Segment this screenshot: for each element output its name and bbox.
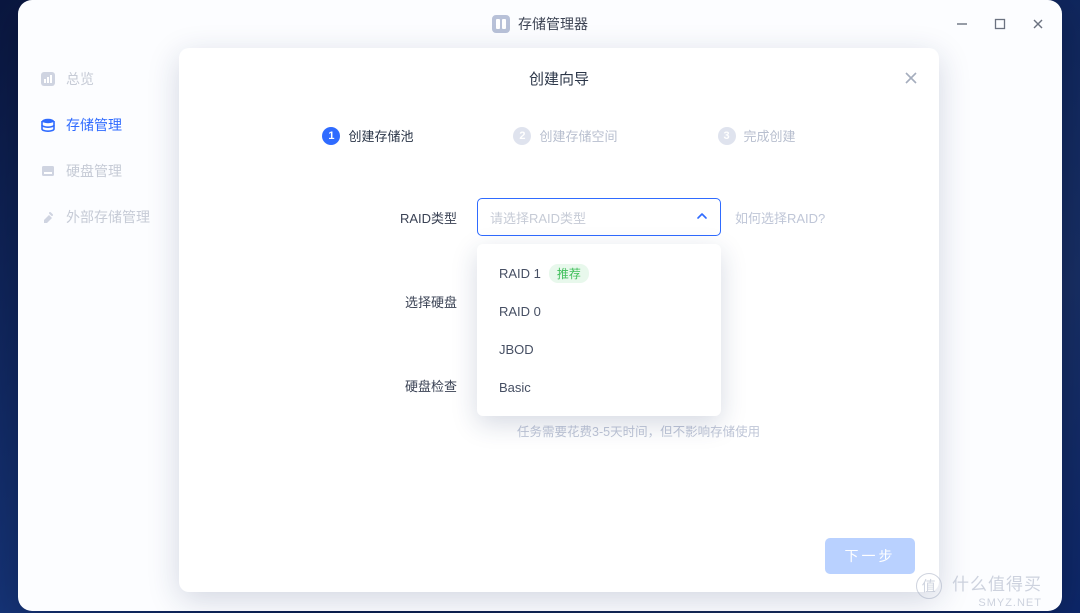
step-badge: 2 (513, 127, 531, 145)
sidebar-item-disk[interactable]: 硬盘管理 (18, 148, 188, 194)
select-disk-label: 选择硬盘 (219, 292, 477, 311)
watermark-text: 什么值得买 (952, 575, 1042, 594)
maximize-button[interactable] (982, 8, 1018, 40)
step-3: 3 完成创建 (718, 126, 796, 145)
title-center: 存储管理器 (492, 14, 588, 34)
step-label: 创建存储空间 (539, 126, 617, 145)
raid-option-raid1[interactable]: RAID 1 推荐 (477, 254, 721, 292)
title-bar: 存储管理器 (18, 0, 1062, 48)
sidebar-item-overview[interactable]: 总览 (18, 56, 188, 102)
raid-type-dropdown: RAID 1 推荐 RAID 0 JBOD Basic (477, 244, 721, 416)
raid-type-label: RAID类型 (219, 208, 477, 227)
next-button[interactable]: 下一步 (825, 538, 915, 574)
row-raid-type: RAID类型 请选择RAID类型 RAID 1 推荐 (219, 175, 899, 259)
chevron-up-icon (696, 210, 708, 225)
sidebar-item-label: 外部存储管理 (66, 207, 150, 227)
sidebar: 总览 存储管理 硬盘管理 外部存储管理 (18, 48, 188, 611)
wizard-form: RAID类型 请选择RAID类型 RAID 1 推荐 (179, 175, 939, 440)
modal-header: 创建向导 (179, 48, 939, 108)
option-label: RAID 1 (499, 266, 541, 281)
overview-icon (40, 71, 56, 87)
minimize-button[interactable] (944, 8, 980, 40)
modal-close-button[interactable] (897, 64, 925, 92)
close-button[interactable] (1020, 8, 1056, 40)
raid-option-jbod[interactable]: JBOD (477, 330, 721, 368)
window-controls (944, 0, 1056, 48)
modal-footer: 下一步 (179, 520, 939, 592)
sidebar-item-label: 总览 (66, 69, 94, 89)
raid-select-placeholder: 请选择RAID类型 (490, 208, 586, 227)
raid-option-raid0[interactable]: RAID 0 (477, 292, 721, 330)
wizard-steps: 1 创建存储池 2 创建存储空间 3 完成创建 (179, 108, 939, 175)
step-label: 完成创建 (744, 126, 796, 145)
step-2: 2 创建存储空间 (513, 126, 617, 145)
option-label: Basic (499, 380, 531, 395)
step-1: 1 创建存储池 (322, 126, 413, 145)
disk-check-label: 硬盘检查 (219, 376, 477, 395)
raid-type-select[interactable]: 请选择RAID类型 (477, 198, 721, 236)
watermark-sub: SMYZ.NET (916, 597, 1042, 609)
raid-select-wrap: 请选择RAID类型 RAID 1 推荐 RAID 0 (477, 198, 721, 236)
step-badge: 1 (322, 127, 340, 145)
option-label: RAID 0 (499, 304, 541, 319)
disk-icon (40, 163, 56, 179)
step-badge: 3 (718, 127, 736, 145)
sidebar-item-label: 存储管理 (66, 115, 122, 135)
sidebar-item-label: 硬盘管理 (66, 161, 122, 181)
raid-option-basic[interactable]: Basic (477, 368, 721, 406)
external-icon (40, 209, 56, 225)
app-window: 存储管理器 总览 存储管理 (18, 0, 1062, 611)
raid-help-link[interactable]: 如何选择RAID? (735, 208, 825, 227)
step-label: 创建存储池 (348, 126, 413, 145)
recommended-badge: 推荐 (549, 264, 589, 283)
sidebar-item-storage[interactable]: 存储管理 (18, 102, 188, 148)
modal-title: 创建向导 (529, 68, 589, 89)
storage-icon (40, 117, 56, 133)
create-wizard-modal: 创建向导 1 创建存储池 2 创建存储空间 3 完成创建 RAID类型 (179, 48, 939, 592)
disk-check-note: 任务需要花费3-5天时间，但不影响存储使用 (517, 421, 899, 440)
option-label: JBOD (499, 342, 534, 357)
sidebar-item-external[interactable]: 外部存储管理 (18, 194, 188, 240)
window-title: 存储管理器 (518, 14, 588, 34)
app-icon (492, 15, 510, 33)
